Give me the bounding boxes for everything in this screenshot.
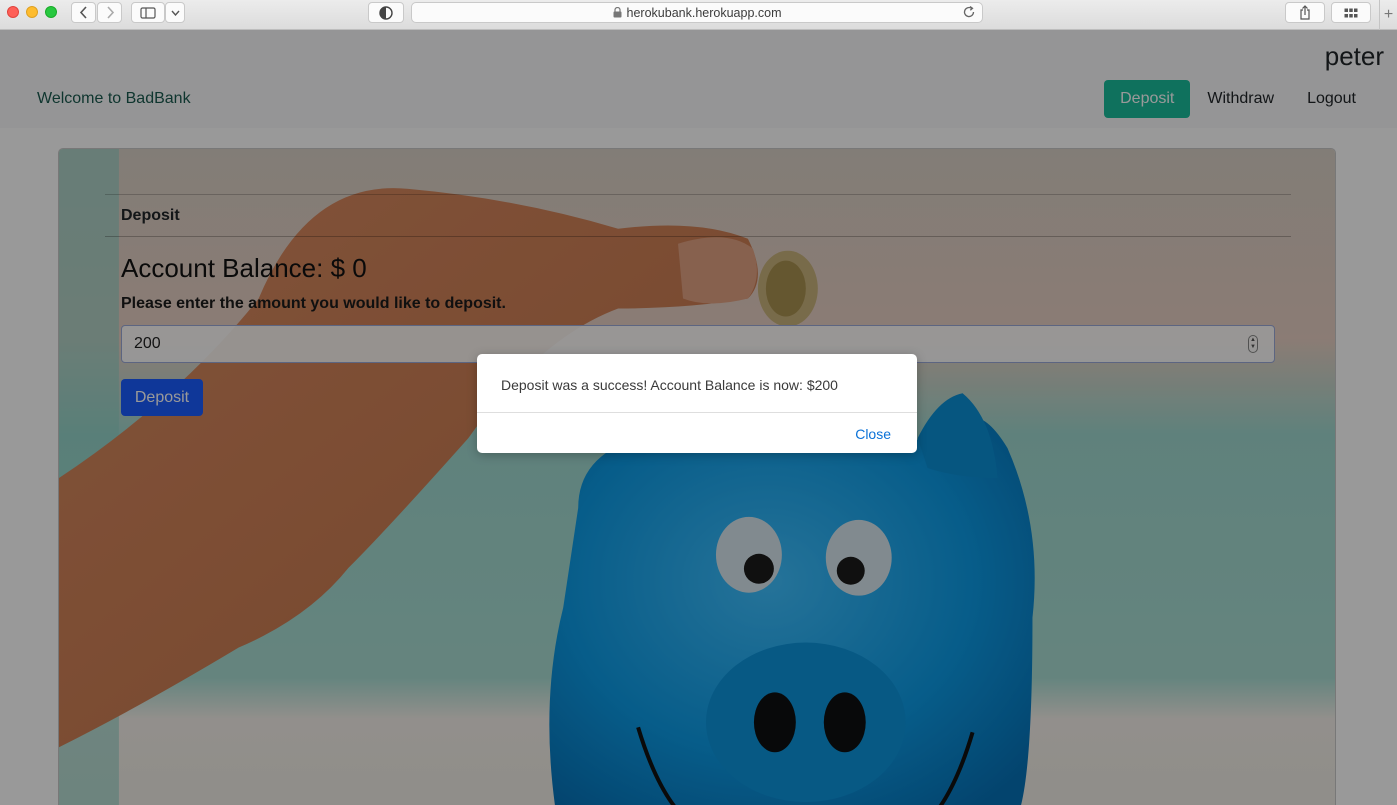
modal-close-button[interactable]: Close [855, 426, 891, 442]
chevron-right-icon [106, 6, 114, 19]
chevron-left-icon [79, 6, 87, 19]
forward-button[interactable] [97, 2, 122, 23]
chevron-down-icon [170, 10, 180, 16]
new-tab-button[interactable]: + [1379, 0, 1397, 30]
sidebar-menu-button[interactable] [165, 2, 185, 23]
tab-grid-icon [1344, 8, 1358, 17]
url-text: herokubank.herokuapp.com [626, 5, 782, 20]
minimize-window-button[interactable] [26, 6, 38, 18]
privacy-button[interactable] [368, 2, 404, 23]
lock-icon [613, 7, 622, 18]
modal-divider [477, 412, 917, 413]
sidebar-icon [140, 6, 156, 19]
reload-icon[interactable] [962, 5, 976, 19]
success-modal: Deposit was a success! Account Balance i… [477, 354, 917, 453]
address-bar[interactable]: herokubank.herokuapp.com [411, 2, 983, 23]
browser-toolbar: herokubank.herokuapp.com + [0, 0, 1397, 30]
share-icon [1300, 5, 1310, 20]
share-button[interactable] [1285, 2, 1325, 23]
back-button[interactable] [71, 2, 96, 23]
sidebar-toggle-button[interactable] [131, 2, 165, 23]
close-window-button[interactable] [7, 6, 19, 18]
tab-overview-button[interactable] [1331, 2, 1371, 23]
zoom-window-button[interactable] [45, 6, 57, 18]
modal-message: Deposit was a success! Account Balance i… [501, 377, 838, 393]
shield-icon [379, 5, 393, 20]
